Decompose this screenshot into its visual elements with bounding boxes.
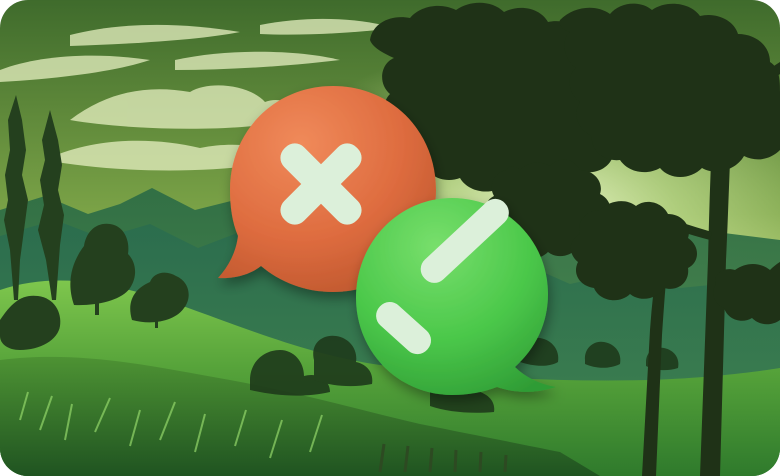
image-frame [0, 0, 780, 476]
landscape-scene [0, 0, 780, 476]
